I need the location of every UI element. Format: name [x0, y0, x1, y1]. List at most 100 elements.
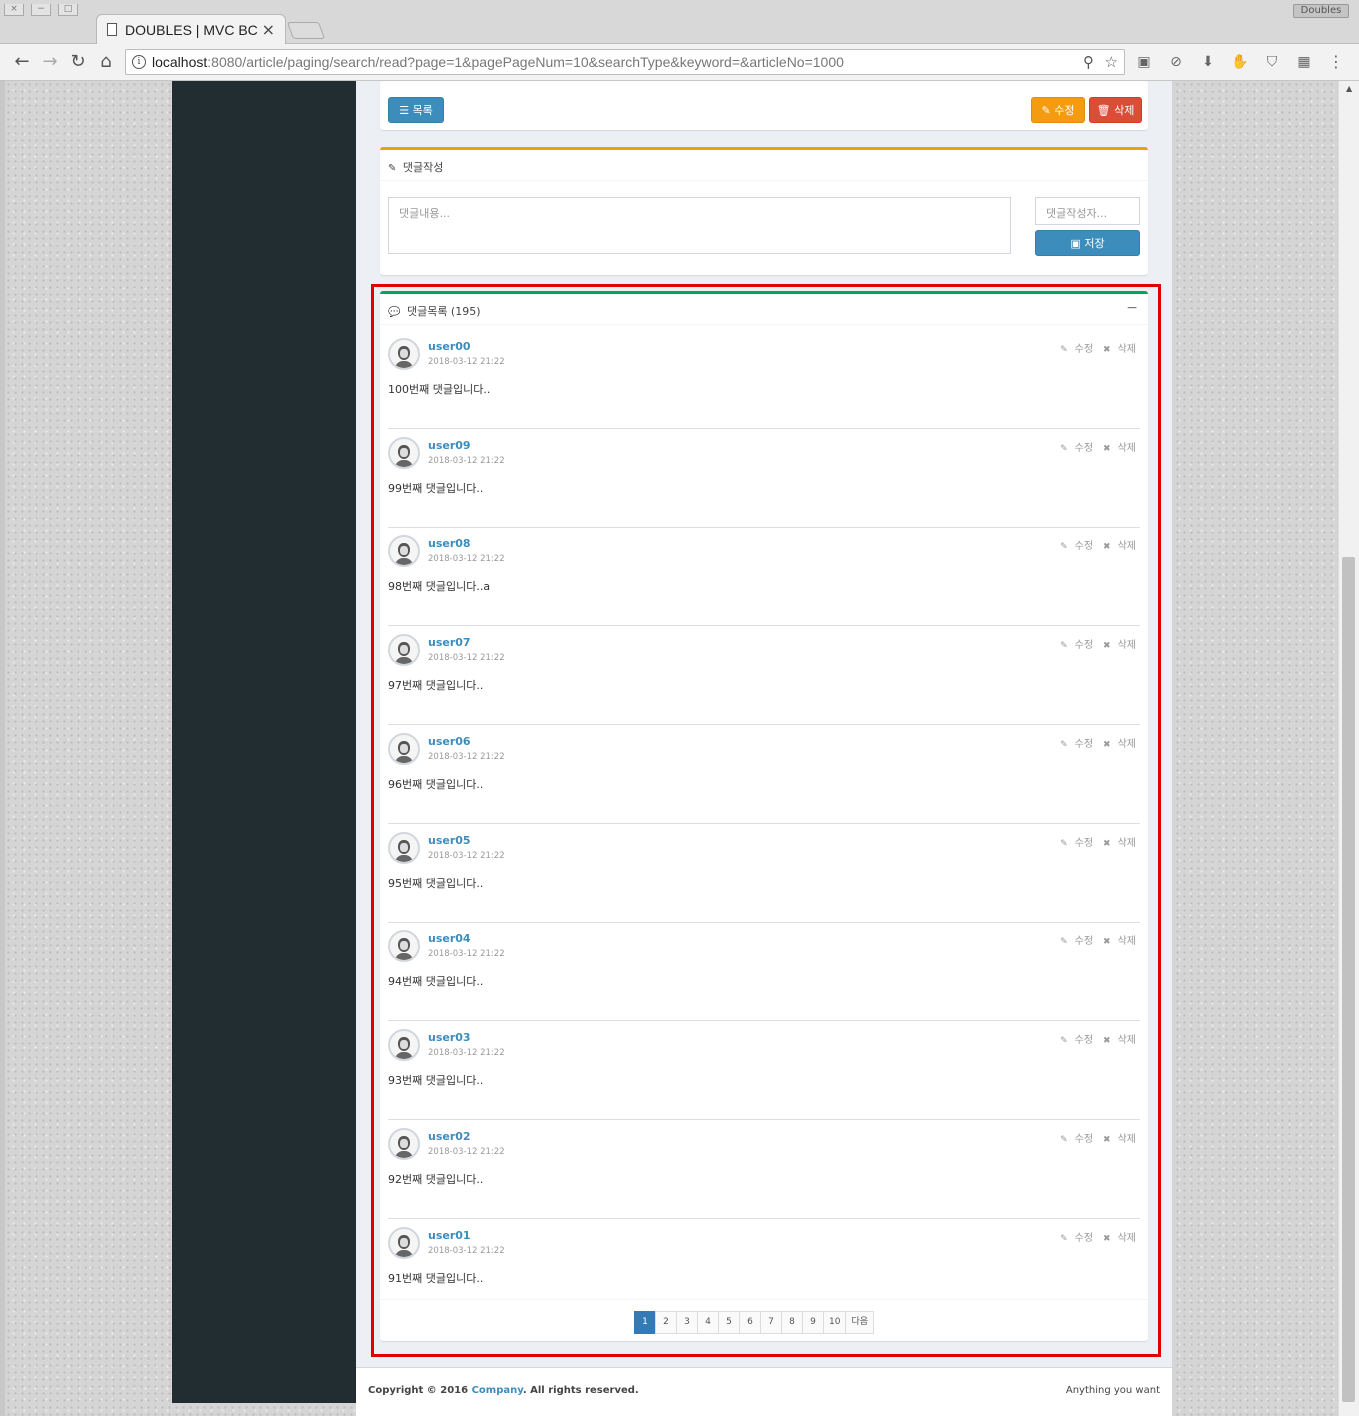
window-minimize-control[interactable]: −: [31, 4, 51, 16]
reply-date: 2018-03-12 21:22: [428, 1147, 505, 1157]
extension-hand-icon[interactable]: ✋: [1231, 53, 1249, 71]
article-delete-button[interactable]: 🗑 삭제: [1089, 97, 1142, 123]
home-icon[interactable]: ⌂: [94, 50, 118, 74]
reply-delete-link[interactable]: ✖ 삭제: [1098, 739, 1136, 750]
reply-username[interactable]: user05: [428, 834, 471, 847]
reply-date: 2018-03-12 21:22: [428, 653, 505, 663]
reply-edit-link[interactable]: ✎ 수정: [1055, 739, 1093, 750]
page-button[interactable]: 2: [655, 1311, 677, 1334]
window-maximize-control[interactable]: □: [58, 4, 78, 16]
reply-username[interactable]: user08: [428, 537, 471, 550]
reply-delete-link[interactable]: ✖ 삭제: [1098, 541, 1136, 552]
reply-username[interactable]: user04: [428, 932, 471, 945]
reply-text: 93번째 댓글입니다..: [388, 1074, 484, 1087]
reply-username[interactable]: user02: [428, 1130, 471, 1143]
avatar-face: [400, 546, 408, 555]
reply-username[interactable]: user00: [428, 340, 471, 353]
window-close-control[interactable]: ×: [4, 4, 24, 16]
url-text[interactable]: localhost:8080/article/paging/search/rea…: [152, 54, 844, 70]
extension-grid-icon[interactable]: ▦: [1295, 53, 1313, 71]
page-button[interactable]: 8: [781, 1311, 803, 1334]
page-button[interactable]: 6: [739, 1311, 761, 1334]
extension-block-icon[interactable]: ⊘: [1167, 53, 1185, 71]
reply-edit-link[interactable]: ✎ 수정: [1055, 1035, 1093, 1046]
page-button[interactable]: 1: [634, 1311, 656, 1334]
browser-profile-button[interactable]: Doubles: [1293, 4, 1349, 18]
list-icon: ☰: [399, 104, 410, 117]
page-button[interactable]: 5: [718, 1311, 740, 1334]
reply-delete-link[interactable]: ✖ 삭제: [1098, 1233, 1136, 1244]
page-button[interactable]: 10: [823, 1311, 847, 1334]
scroll-up-arrow-icon[interactable]: ▲: [1346, 84, 1352, 93]
scroll-thumb[interactable]: [1342, 557, 1355, 1402]
edit-icon: ✎: [1060, 444, 1068, 454]
reply-save-button[interactable]: ▣ 저장: [1035, 230, 1140, 256]
reply-delete-label: 삭제: [1117, 541, 1136, 552]
reply-actions: ✎ 수정 ✖ 삭제: [1050, 932, 1136, 947]
avatar-face: [400, 349, 408, 358]
extension-shield-icon[interactable]: ⛉: [1263, 53, 1281, 71]
new-tab-button[interactable]: [286, 22, 326, 39]
reply-username[interactable]: user06: [428, 735, 471, 748]
reply-username[interactable]: user03: [428, 1031, 471, 1044]
avatar-face: [400, 744, 408, 753]
avatar-shoulders: [395, 1250, 413, 1257]
reply-edit-link[interactable]: ✎ 수정: [1055, 1134, 1093, 1145]
reply-content-input[interactable]: 댓글내용...: [388, 197, 1011, 254]
site-info-icon[interactable]: i: [132, 55, 146, 69]
reply-delete-link[interactable]: ✖ 삭제: [1098, 443, 1136, 454]
bookmark-star-icon[interactable]: ☆: [1105, 53, 1118, 71]
tab-close-icon[interactable]: ×: [262, 20, 275, 39]
page-button[interactable]: 4: [697, 1311, 719, 1334]
reply-username[interactable]: user01: [428, 1229, 471, 1242]
reply-edit-link[interactable]: ✎ 수정: [1055, 344, 1093, 355]
list-button[interactable]: ☰ 목록: [388, 97, 444, 123]
reply-actions: ✎ 수정 ✖ 삭제: [1050, 340, 1136, 355]
reply-edit-link[interactable]: ✎ 수정: [1055, 541, 1093, 552]
edit-icon: ✎: [1060, 1234, 1068, 1244]
address-bar[interactable]: i localhost:8080/article/paging/search/r…: [125, 49, 1125, 75]
extension-download-icon[interactable]: ⬇: [1199, 53, 1217, 71]
reply-edit-link[interactable]: ✎ 수정: [1055, 936, 1093, 947]
reply-writer-input[interactable]: 댓글작성자...: [1035, 197, 1140, 225]
page-button[interactable]: 3: [676, 1311, 698, 1334]
zoom-icon[interactable]: ⚲: [1083, 53, 1094, 71]
page-button[interactable]: 7: [760, 1311, 782, 1334]
collapse-icon[interactable]: −: [1126, 300, 1138, 316]
reply-list-title-text: 댓글목록 (195): [406, 305, 481, 318]
reply-delete-link[interactable]: ✖ 삭제: [1098, 838, 1136, 849]
extension-cast-icon[interactable]: ▣: [1135, 53, 1153, 71]
page-button[interactable]: 9: [802, 1311, 824, 1334]
reply-delete-link[interactable]: ✖ 삭제: [1098, 640, 1136, 651]
reply-delete-link[interactable]: ✖ 삭제: [1098, 344, 1136, 355]
reply-actions: ✎ 수정 ✖ 삭제: [1050, 636, 1136, 651]
next-page-button[interactable]: 다음: [845, 1311, 875, 1334]
reply-edit-link[interactable]: ✎ 수정: [1055, 838, 1093, 849]
page-scrollbar[interactable]: ▲: [1338, 81, 1359, 1416]
avatar-shoulders: [395, 756, 413, 763]
reply-username[interactable]: user07: [428, 636, 471, 649]
reply-edit-label: 수정: [1074, 541, 1094, 552]
reload-icon[interactable]: ↻: [66, 50, 90, 74]
article-delete-label: 삭제: [1114, 104, 1135, 117]
page-icon: [107, 23, 117, 36]
article-edit-button[interactable]: ✎ 수정: [1031, 97, 1085, 123]
reply-edit-link[interactable]: ✎ 수정: [1055, 1233, 1093, 1244]
reply-delete-link[interactable]: ✖ 삭제: [1098, 1035, 1136, 1046]
reply-username[interactable]: user09: [428, 439, 471, 452]
browser-menu-icon[interactable]: ⋮: [1327, 53, 1345, 71]
reply-edit-label: 수정: [1074, 936, 1094, 947]
edit-icon: ✎: [1060, 740, 1068, 750]
forward-icon[interactable]: →: [38, 50, 62, 74]
avatar: [388, 930, 420, 962]
reply-edit-link[interactable]: ✎ 수정: [1055, 640, 1093, 651]
avatar-shoulders: [395, 1052, 413, 1059]
reply-delete-link[interactable]: ✖ 삭제: [1098, 936, 1136, 947]
company-link[interactable]: Company: [472, 1385, 523, 1396]
reply-edit-label: 수정: [1074, 1035, 1094, 1046]
back-icon[interactable]: ←: [10, 50, 34, 74]
browser-tab[interactable]: DOUBLES | MVC BC ×: [96, 14, 286, 45]
reply-edit-link[interactable]: ✎ 수정: [1055, 443, 1093, 454]
close-icon: ✖: [1103, 1036, 1111, 1046]
reply-delete-link[interactable]: ✖ 삭제: [1098, 1134, 1136, 1145]
